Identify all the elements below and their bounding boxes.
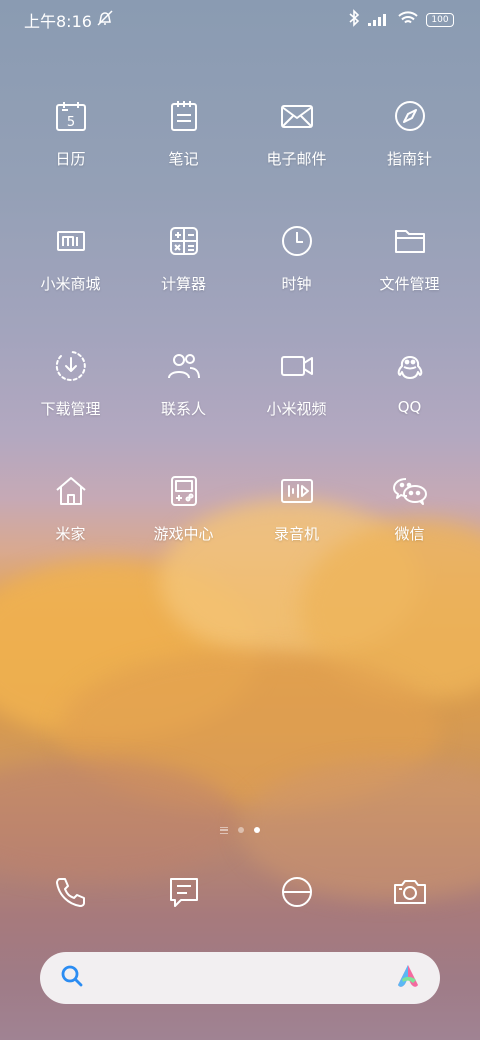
signal-icon	[368, 11, 390, 30]
app-game-center[interactable]: 游戏中心	[127, 471, 240, 596]
app-label: 笔记	[168, 150, 199, 168]
contacts-icon	[164, 346, 204, 386]
clock-icon	[277, 221, 317, 261]
status-bar: 上午8:16 100	[0, 0, 480, 40]
app-mi-store[interactable]: 小米商城	[14, 221, 127, 346]
camera-icon[interactable]	[390, 872, 430, 912]
status-time: 上午8:16	[24, 12, 92, 31]
app-mi-home[interactable]: 米家	[14, 471, 127, 596]
app-label: 米家	[55, 525, 86, 543]
page-dot-active[interactable]	[254, 827, 260, 833]
browser-icon[interactable]	[277, 872, 317, 912]
app-qq[interactable]: QQ	[353, 346, 466, 471]
notes-icon	[164, 96, 204, 136]
search-icon	[60, 964, 84, 992]
app-label: 微信	[394, 525, 425, 543]
app-clock[interactable]: 时钟	[240, 221, 353, 346]
app-contacts[interactable]: 联系人	[127, 346, 240, 471]
app-notes[interactable]: 笔记	[127, 96, 240, 221]
page-dot[interactable]	[238, 827, 244, 833]
video-icon	[277, 346, 317, 386]
app-label: 联系人	[160, 400, 206, 418]
app-email[interactable]: 电子邮件	[240, 96, 353, 221]
download-icon	[51, 346, 91, 386]
app-label: 文件管理	[379, 275, 440, 293]
app-file-manager[interactable]: 文件管理	[353, 221, 466, 346]
folder-icon	[390, 221, 430, 261]
app-compass[interactable]: 指南针	[353, 96, 466, 221]
phone-icon[interactable]	[51, 872, 91, 912]
battery-level: 100	[431, 14, 449, 25]
app-download-manager[interactable]: 下载管理	[14, 346, 127, 471]
app-mi-video[interactable]: 小米视频	[240, 346, 353, 471]
app-label: QQ	[397, 398, 422, 416]
app-label: 日历	[55, 150, 86, 168]
app-label: 录音机	[273, 525, 319, 543]
app-label: 小米商城	[40, 275, 101, 293]
app-recorder[interactable]: 录音机	[240, 471, 353, 596]
app-wechat[interactable]: 微信	[353, 471, 466, 596]
qq-icon	[390, 346, 430, 386]
app-label: 下载管理	[40, 400, 101, 418]
app-label: 游戏中心	[153, 525, 214, 543]
search-bar[interactable]	[40, 952, 440, 1004]
calculator-icon	[164, 221, 204, 261]
bluetooth-icon	[348, 9, 360, 31]
app-label: 时钟	[281, 275, 312, 293]
home-icon	[51, 471, 91, 511]
wechat-icon	[390, 471, 430, 511]
app-grid: 5 日历 笔记 电子邮件 指南针 小米商城 计算器 时钟 文件管理 下载管理 联…	[14, 96, 466, 596]
app-label: 指南针	[386, 150, 432, 168]
compass-icon	[390, 96, 430, 136]
app-label: 小米视频	[266, 400, 327, 418]
email-icon	[277, 96, 317, 136]
messages-icon[interactable]	[164, 872, 204, 912]
page-indicator[interactable]	[0, 824, 480, 836]
battery-indicator: 100	[426, 13, 454, 27]
dock	[14, 872, 466, 912]
search-input[interactable]	[96, 969, 382, 987]
mi-store-icon	[51, 221, 91, 261]
app-label: 电子邮件	[266, 150, 327, 168]
wifi-icon	[398, 10, 418, 30]
app-calculator[interactable]: 计算器	[127, 221, 240, 346]
calendar-icon: 5	[51, 96, 91, 136]
calendar-day: 5	[66, 115, 74, 130]
recorder-icon	[277, 471, 317, 511]
app-label: 计算器	[160, 275, 206, 293]
page-list-icon[interactable]	[220, 826, 228, 834]
app-calendar[interactable]: 5 日历	[14, 96, 127, 221]
xiaoai-assistant-icon[interactable]	[394, 963, 422, 993]
game-center-icon	[164, 471, 204, 511]
alarm-off-icon	[96, 9, 114, 31]
